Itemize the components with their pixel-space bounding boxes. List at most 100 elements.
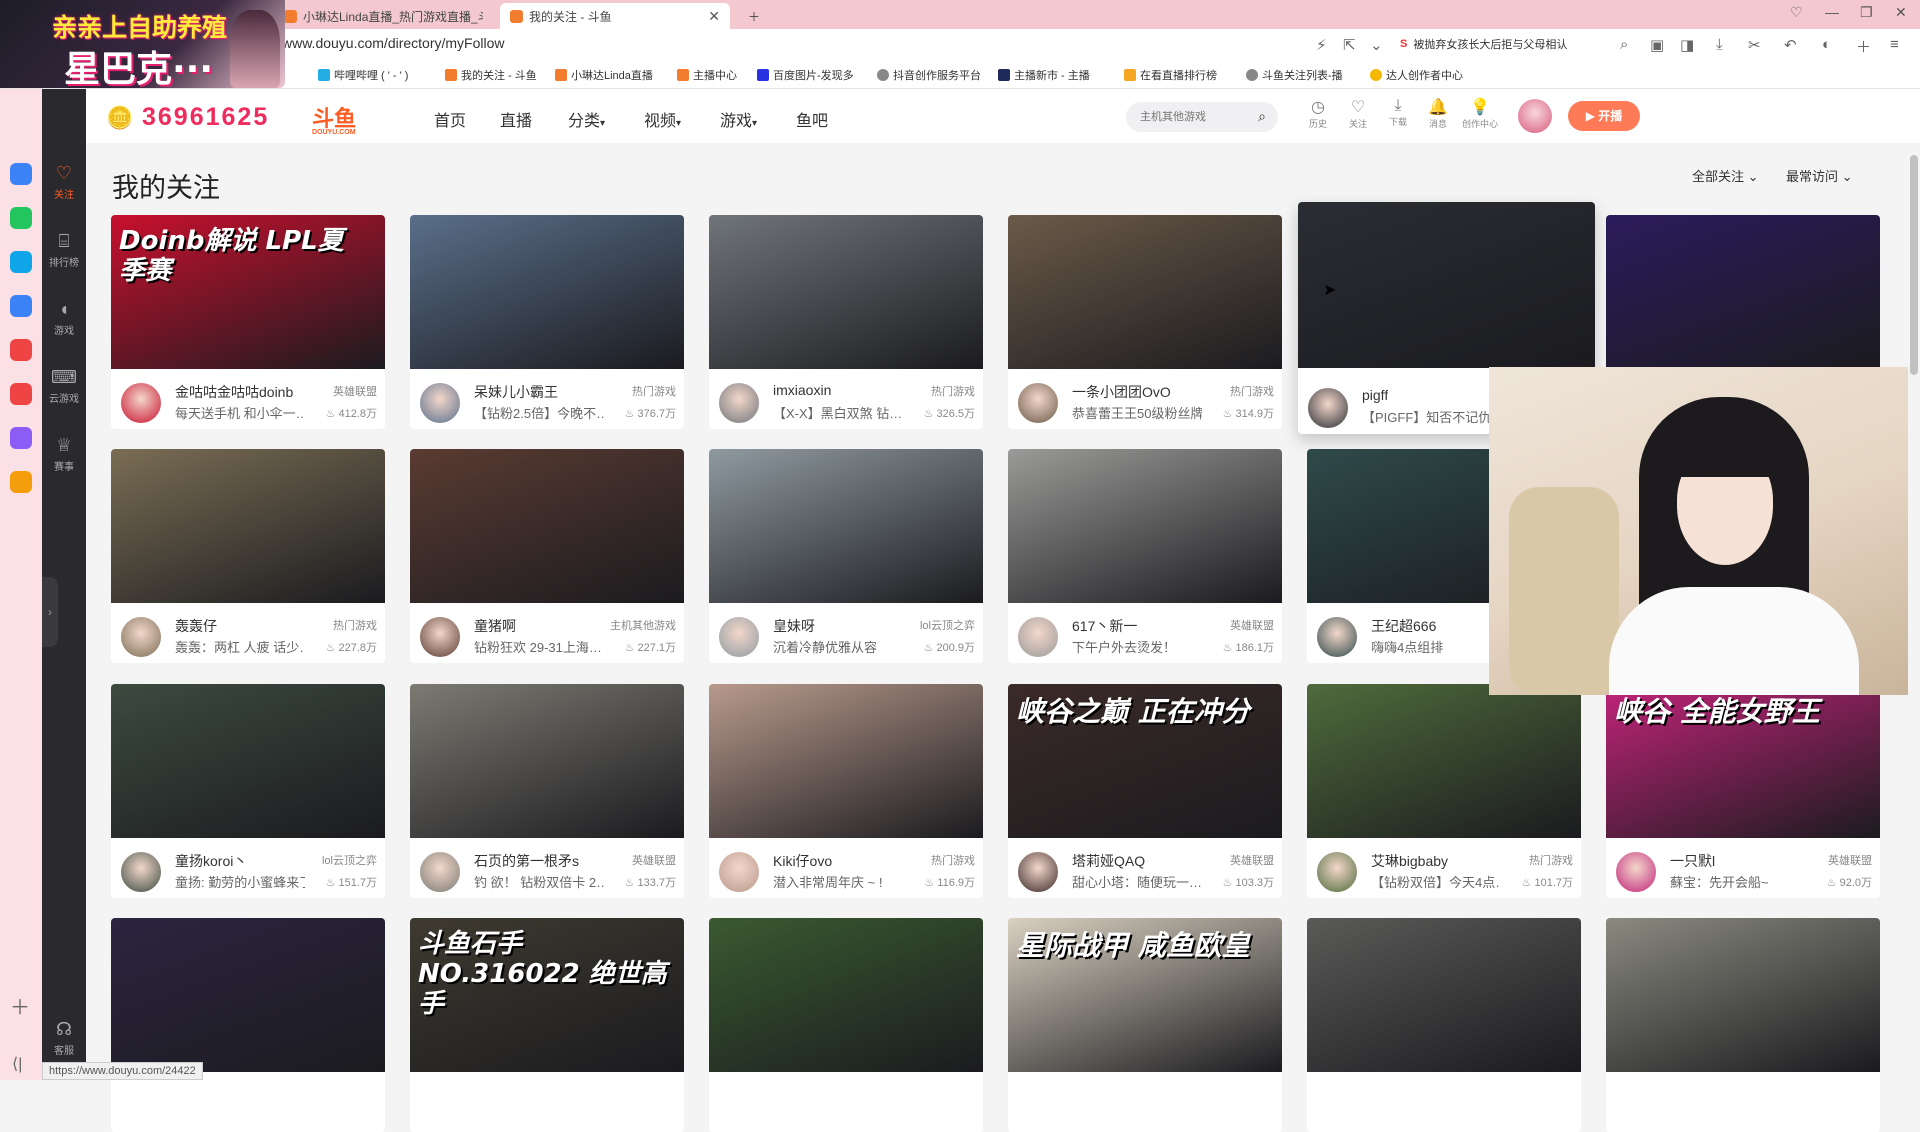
nav-video[interactable]: 视频▾ — [644, 107, 681, 131]
app-icon[interactable] — [10, 339, 32, 361]
chevron-down-icon[interactable]: ⌄ — [1370, 36, 1383, 54]
bookmark-item[interactable]: 达人创作者中心 — [1370, 67, 1463, 83]
menu-icon[interactable]: ≡ — [1890, 36, 1899, 53]
streamer-name[interactable]: 617丶新一 — [1072, 616, 1137, 636]
stream-card[interactable]: 星际战甲 咸鱼欧皇 — [1008, 918, 1282, 1132]
collapse-icon[interactable]: ⟨| — [12, 1054, 22, 1074]
stream-thumbnail[interactable] — [410, 684, 684, 838]
streamer-avatar[interactable] — [1614, 850, 1658, 894]
minimize-icon[interactable]: — — [1825, 4, 1839, 20]
streamer-avatar[interactable] — [1315, 615, 1359, 659]
stream-card[interactable]: 艾琳bigbaby 热门游戏【钻粉双倍】今天4点… 101.7万 — [1307, 684, 1581, 898]
sidebar-item-follow[interactable]: ♡ 关注 — [42, 163, 86, 201]
stream-card[interactable] — [1307, 918, 1581, 1132]
bookmark-item[interactable]: 哔哩哔哩 ( ' - ' ) — [318, 67, 408, 83]
stream-thumbnail[interactable] — [1307, 918, 1581, 1072]
clock-app-icon[interactable] — [10, 163, 32, 185]
stream-card[interactable]: 童猪啊 主机其他游戏钻粉狂欢 29-31上海… 227.1万 — [410, 449, 684, 663]
restore-icon[interactable]: ❐ — [1860, 4, 1873, 21]
streamer-name[interactable]: 艾琳bigbaby — [1371, 851, 1448, 871]
stream-thumbnail[interactable]: 峡谷之巅 正在冲分 — [1008, 684, 1282, 838]
stream-thumbnail[interactable] — [1307, 684, 1581, 838]
stream-thumbnail[interactable] — [1008, 449, 1282, 603]
streamer-avatar[interactable] — [1306, 386, 1350, 430]
streamer-avatar[interactable] — [717, 381, 761, 425]
streamer-avatar[interactable] — [119, 381, 163, 425]
stream-card[interactable]: 峡谷之巅 正在冲分塔莉娅QAQ 英雄联盟甜心小塔：随便玩一… 103.3万 — [1008, 684, 1282, 898]
stream-thumbnail[interactable] — [111, 449, 385, 603]
streamer-avatar[interactable] — [119, 850, 163, 894]
bookmark-item[interactable]: 主播中心 — [677, 67, 737, 83]
plus-icon[interactable]: ＋ — [10, 991, 30, 1020]
streamer-avatar[interactable] — [1315, 850, 1359, 894]
share-icon[interactable]: ⇱ — [1343, 36, 1356, 54]
undo-icon[interactable]: ↶ — [1784, 36, 1797, 54]
bookmark-item[interactable]: 抖音创作服务平台 — [877, 67, 981, 83]
sidebar-toggle[interactable]: › — [42, 577, 58, 647]
streamer-avatar[interactable] — [1016, 850, 1060, 894]
stream-thumbnail[interactable] — [111, 684, 385, 838]
streamer-avatar[interactable] — [119, 615, 163, 659]
download-icon[interactable]: ⤓ — [1716, 36, 1723, 53]
sidebar-item-game[interactable]: ◖ 游戏 — [42, 299, 86, 337]
message-button[interactable]: 🔔 消息 — [1420, 97, 1456, 130]
sidebar-item-cloud-game[interactable]: ⌨ 云游戏 — [42, 367, 86, 405]
bookmark-item[interactable]: 百度图片-发现多 — [757, 67, 854, 83]
streamer-name[interactable]: 塔莉娅QAQ — [1072, 851, 1145, 871]
search-app-icon[interactable] — [10, 471, 32, 493]
stream-thumbnail[interactable]: 斗鱼石手 NO.316022 绝世高手 — [410, 918, 684, 1072]
streamer-name[interactable]: imxiaoxin — [773, 382, 831, 398]
stream-thumbnail[interactable] — [709, 918, 983, 1072]
browser-tab-active[interactable]: 我的关注 - 斗鱼 ✕ — [500, 3, 730, 29]
stream-card[interactable] — [1606, 918, 1880, 1132]
sidebar-item-ranking[interactable]: ⌸ 排行榜 — [42, 231, 86, 269]
streamer-name[interactable]: 石页的第一根矛s — [474, 851, 579, 871]
stream-thumbnail[interactable]: 峡谷 全能女野王 — [1606, 684, 1880, 838]
streamer-name[interactable]: 轰轰仔 — [175, 616, 217, 636]
stream-thumbnail[interactable] — [709, 684, 983, 838]
stream-thumbnail[interactable] — [111, 918, 385, 1072]
browser-tab[interactable]: 小琳达Linda直播_热门游戏直播_斗鱼 — [274, 3, 496, 29]
stream-thumbnail[interactable] — [1606, 215, 1880, 369]
extension-icon[interactable]: ▣ — [1650, 36, 1664, 54]
bookmark-item[interactable]: 我的关注 - 斗鱼 — [445, 67, 537, 83]
bookmark-item[interactable]: 在看直播排行榜 — [1124, 67, 1217, 83]
stream-thumbnail[interactable] — [709, 215, 983, 369]
stream-card[interactable]: 石页的第一根矛s 英雄联盟钓 欲！ 钻粉双倍卡 2… 133.7万 — [410, 684, 684, 898]
stream-thumbnail[interactable] — [1606, 918, 1880, 1072]
streamer-avatar[interactable] — [1016, 381, 1060, 425]
lightning-icon[interactable]: ⚡ — [1316, 36, 1327, 54]
history-button[interactable]: ◷ 历史 — [1300, 97, 1336, 130]
search-input[interactable] — [1126, 102, 1246, 132]
streamer-name[interactable]: 一只默l — [1670, 851, 1715, 871]
stream-thumbnail[interactable] — [1298, 202, 1595, 368]
streamer-avatar[interactable] — [1016, 615, 1060, 659]
bookmark-item[interactable]: 斗鱼关注列表-播 — [1246, 67, 1343, 83]
scrollbar-thumb[interactable] — [1910, 155, 1918, 375]
nav-game[interactable]: 游戏▾ — [720, 107, 757, 131]
start-live-button[interactable]: ▶ 开播 — [1568, 101, 1640, 131]
streamer-avatar[interactable] — [717, 615, 761, 659]
stream-card[interactable]: imxiaoxin 热门游戏【X-X】黑白双煞 钻… 326.5万 — [709, 215, 983, 429]
stream-thumbnail[interactable] — [410, 215, 684, 369]
nav-home[interactable]: 首页 — [434, 107, 466, 131]
wechat-app-icon[interactable] — [10, 207, 32, 229]
nav-fishbar[interactable]: 鱼吧 — [796, 107, 828, 131]
streamer-name[interactable]: 童扬koroi丶 — [175, 851, 247, 871]
streamer-name[interactable]: 皇妹呀 — [773, 616, 815, 636]
stream-thumbnail[interactable]: Doinb解说 LPL夏季赛 — [111, 215, 385, 369]
streamer-name[interactable]: 呆妹儿小霸王 — [474, 382, 558, 402]
stream-thumbnail[interactable] — [709, 449, 983, 603]
close-tab-icon[interactable]: ✕ — [708, 8, 720, 25]
streamer-avatar[interactable] — [418, 615, 462, 659]
bookmark-item[interactable]: 小琳达Linda直播 — [555, 67, 653, 83]
stream-card[interactable]: Kiki仔ovo 热门游戏潜入非常周年庆 ~ ! 116.9万 — [709, 684, 983, 898]
night-mode-icon[interactable]: ◐ — [1822, 36, 1831, 53]
stream-card[interactable]: 斗鱼石手 NO.316022 绝世高手 — [410, 918, 684, 1132]
stream-card[interactable]: 峡谷 全能女野王一只默l 英雄联盟蘇宝：先开会船~ 92.0万 — [1606, 684, 1880, 898]
stream-card[interactable]: 轰轰仔 热门游戏轰轰：两杠 人疲 话少… 227.8万 — [111, 449, 385, 663]
stream-card[interactable]: 童扬koroi丶 lol云顶之弈童扬: 勤劳的小蜜蜂来了 151.7万 — [111, 684, 385, 898]
stream-card[interactable]: 呆妹儿小霸王 热门游戏【钻粉2.5倍】今晚不… 376.7万 — [410, 215, 684, 429]
url-field[interactable]: www.douyu.com/directory/myFollow — [282, 35, 505, 51]
stream-thumbnail[interactable] — [410, 449, 684, 603]
